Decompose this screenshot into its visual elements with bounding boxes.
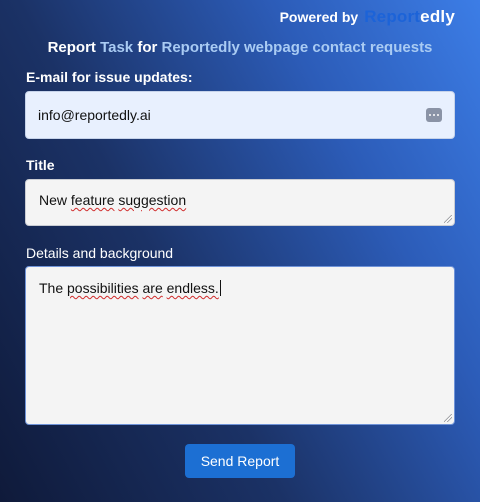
send-report-button[interactable]: Send Report xyxy=(185,444,295,478)
title-label: Title xyxy=(26,157,55,173)
details-word-misspelled: endless. xyxy=(166,280,219,296)
resize-grip-icon[interactable] xyxy=(444,414,452,422)
report-form-panel: Powered by Reportedly Report Task for Re… xyxy=(0,0,480,502)
details-textarea[interactable]: The possibilities are endless. xyxy=(25,266,455,425)
title-word-misspelled: suggestion xyxy=(118,192,187,208)
details-word: The xyxy=(39,280,68,296)
logo-part-report: Report xyxy=(364,7,421,26)
autofill-dots-icon[interactable] xyxy=(426,108,442,122)
title-part-target: Reportedly webpage contact requests xyxy=(161,39,433,56)
reportedly-logo[interactable]: Reportedly xyxy=(364,7,455,27)
details-label: Details and background xyxy=(26,245,174,261)
logo-part-edly: edly xyxy=(420,7,455,26)
resize-grip-icon[interactable] xyxy=(444,215,452,223)
powered-by: Powered by Reportedly xyxy=(280,7,455,27)
details-word-misspelled: possibilities xyxy=(67,280,139,296)
details-word-misspelled: are xyxy=(142,280,163,296)
title-part-for: for xyxy=(137,39,162,56)
powered-by-text: Powered by xyxy=(279,9,359,25)
title-part-task: Task xyxy=(100,39,138,56)
email-value: info@reportedly.ai xyxy=(38,107,151,123)
form-title: Report Task for Reportedly webpage conta… xyxy=(0,39,480,56)
text-caret xyxy=(219,280,221,296)
title-input[interactable]: New feature suggestion xyxy=(25,179,455,226)
title-word-misspelled: feature xyxy=(70,192,115,208)
email-field[interactable]: info@reportedly.ai xyxy=(25,91,455,139)
title-part-report: Report xyxy=(47,39,101,56)
email-label: E-mail for issue updates: xyxy=(26,69,193,85)
title-word: New xyxy=(39,192,71,208)
